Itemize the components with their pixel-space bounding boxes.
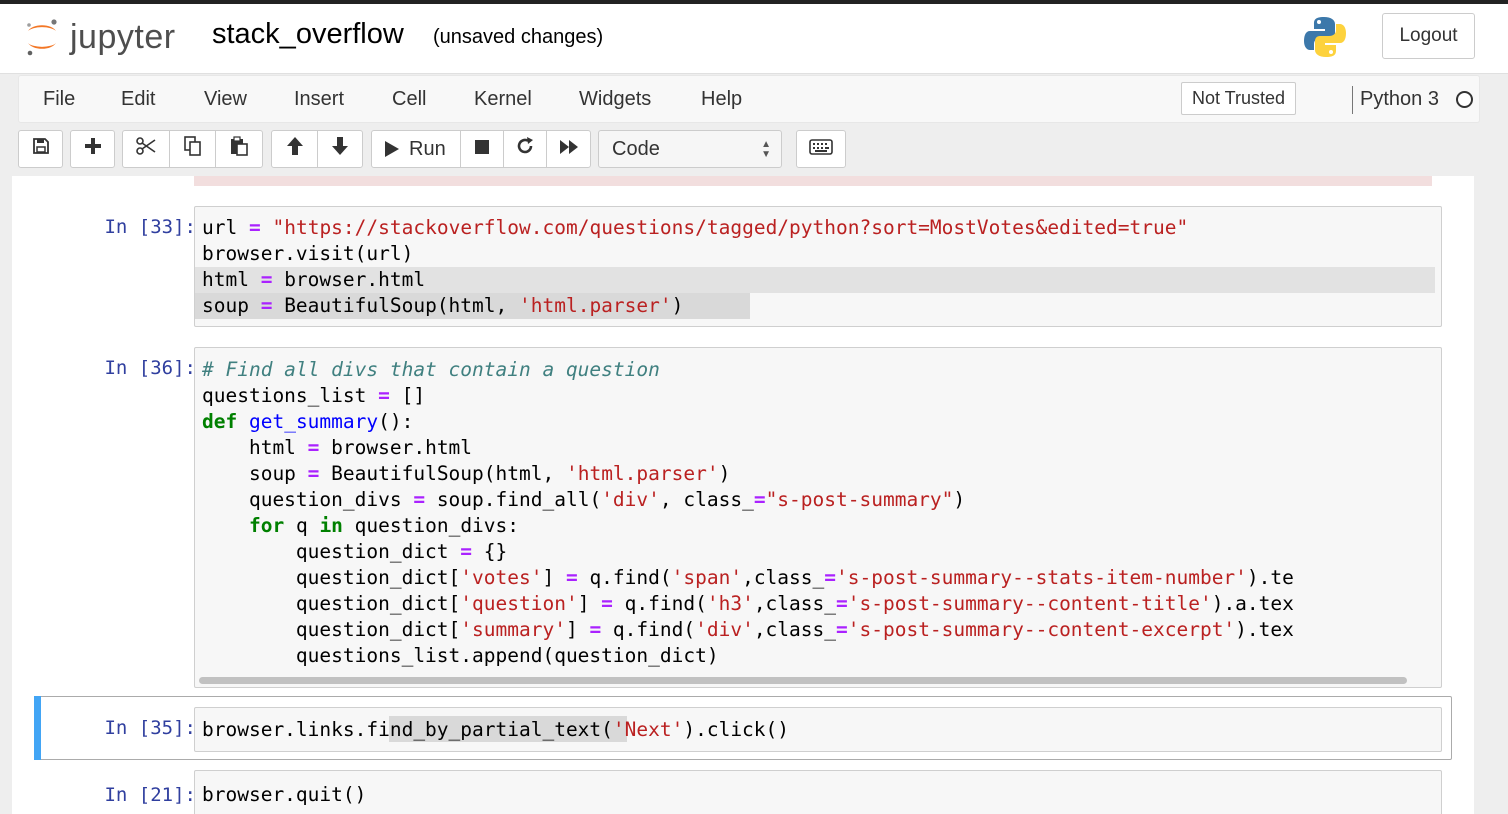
command-palette-button[interactable] <box>796 130 846 168</box>
select-arrows-icon: ▲ ▼ <box>761 139 771 160</box>
cell-type-value: Code <box>612 137 660 160</box>
save-icon <box>32 137 50 161</box>
menu-file[interactable]: File <box>43 88 75 111</box>
code-input-area[interactable]: browser.links.find_by_partial_text('Next… <box>194 707 1442 752</box>
kernel-separator <box>1352 86 1353 114</box>
code-cell[interactable]: In [33]: url = "https://stackoverflow.co… <box>34 206 1452 328</box>
code-line: question_dict = {} <box>202 540 508 563</box>
logout-button[interactable]: Logout <box>1382 13 1475 59</box>
notebook-name[interactable]: stack_overflow <box>212 18 404 51</box>
code-line: questions_list.append(question_dict) <box>202 644 719 667</box>
arrow-down-icon <box>331 136 349 162</box>
play-icon <box>384 140 400 158</box>
cut-button[interactable] <box>122 130 170 168</box>
scissors-icon <box>136 137 156 161</box>
cell-prompt: In [36]: <box>104 357 196 379</box>
jupyter-logo-icon <box>24 17 60 57</box>
restart-run-all-button[interactable] <box>546 130 591 168</box>
menu-view[interactable]: View <box>204 88 247 111</box>
code-line: question_dict['summary'] = q.find('div',… <box>202 618 1294 641</box>
menu-edit[interactable]: Edit <box>121 88 155 111</box>
plus-icon <box>84 137 102 161</box>
code-comment-line: # Find all divs that contain a question <box>202 358 660 381</box>
jupyter-logo[interactable]: jupyter <box>24 14 176 60</box>
cell-prompt: In [33]: <box>104 216 196 238</box>
restart-icon <box>516 137 534 161</box>
notebook-container: In [33]: url = "https://stackoverflow.co… <box>12 176 1474 814</box>
run-button[interactable]: Run <box>371 130 461 168</box>
horizontal-scrollbar[interactable] <box>199 677 1407 684</box>
code-line: browser.links.find_by_partial_text('Next… <box>202 718 790 741</box>
jupyter-logo-text: jupyter <box>70 17 176 56</box>
code-cell[interactable]: In [36]: # Find all divs that contain a … <box>34 347 1452 689</box>
arrow-up-icon <box>286 136 304 162</box>
autosave-status: (unsaved changes) <box>433 26 604 48</box>
notebook-header: jupyter stack_overflow (unsaved changes)… <box>0 4 1508 74</box>
menubar: File Edit View Insert Cell Kernel Widget… <box>18 75 1480 123</box>
insert-cell-button[interactable] <box>70 130 115 168</box>
code-line: question_dict['votes'] = q.find('span',c… <box>202 566 1294 589</box>
code-line: browser.quit() <box>202 783 367 806</box>
code-line: def get_summary(): <box>202 410 414 433</box>
code-line: question_divs = soup.find_all('div', cla… <box>202 488 966 511</box>
code-line: question_dict['question'] = q.find('h3',… <box>202 592 1294 615</box>
code-line: browser.visit(url) <box>202 242 414 265</box>
interrupt-button[interactable] <box>460 130 504 168</box>
paste-button[interactable] <box>215 130 263 168</box>
previous-cell-error-output <box>194 176 1432 186</box>
cell-prompt: In [35]: <box>104 717 196 739</box>
code-line: questions_list = [] <box>202 384 426 407</box>
code-line: html = browser.html <box>202 436 473 459</box>
code-line: html = browser.html <box>202 268 426 291</box>
code-input-area[interactable]: url = "https://stackoverflow.com/questio… <box>194 206 1442 327</box>
copy-button[interactable] <box>169 130 216 168</box>
code-line: url = "https://stackoverflow.com/questio… <box>202 216 1189 239</box>
code-line: soup = BeautifulSoup(html, 'html.parser'… <box>202 294 684 317</box>
not-trusted-button[interactable]: Not Trusted <box>1181 82 1296 115</box>
kernel-name[interactable]: Python 3 <box>1360 88 1439 111</box>
code-line: soup = BeautifulSoup(html, 'html.parser'… <box>202 462 731 485</box>
keyboard-icon <box>809 138 833 161</box>
copy-icon <box>183 136 202 162</box>
move-down-button[interactable] <box>317 130 363 168</box>
move-up-button[interactable] <box>271 130 318 168</box>
save-button[interactable] <box>18 130 63 168</box>
restart-button[interactable] <box>503 130 547 168</box>
menu-kernel[interactable]: Kernel <box>474 88 532 111</box>
code-input-area[interactable]: browser.quit() <box>194 770 1442 814</box>
code-line: for q in question_divs: <box>248 514 520 537</box>
python-logo-icon <box>1302 14 1348 65</box>
cell-type-select[interactable]: Code ▲ ▼ <box>598 130 782 168</box>
stop-icon <box>474 138 490 161</box>
menu-cell[interactable]: Cell <box>392 88 426 111</box>
code-cell-selected[interactable]: In [35]: browser.links.find_by_partial_t… <box>34 703 1452 753</box>
kernel-idle-icon <box>1456 91 1473 108</box>
paste-icon <box>230 136 248 162</box>
run-label: Run <box>409 137 446 160</box>
fast-forward-icon <box>559 138 579 161</box>
menu-widgets[interactable]: Widgets <box>579 88 651 111</box>
menu-help[interactable]: Help <box>701 88 742 111</box>
menu-insert[interactable]: Insert <box>294 88 344 111</box>
code-input-area[interactable]: # Find all divs that contain a question … <box>194 347 1442 688</box>
cell-prompt: In [21]: <box>104 784 196 806</box>
code-cell[interactable]: In [21]: browser.quit() <box>34 770 1452 814</box>
